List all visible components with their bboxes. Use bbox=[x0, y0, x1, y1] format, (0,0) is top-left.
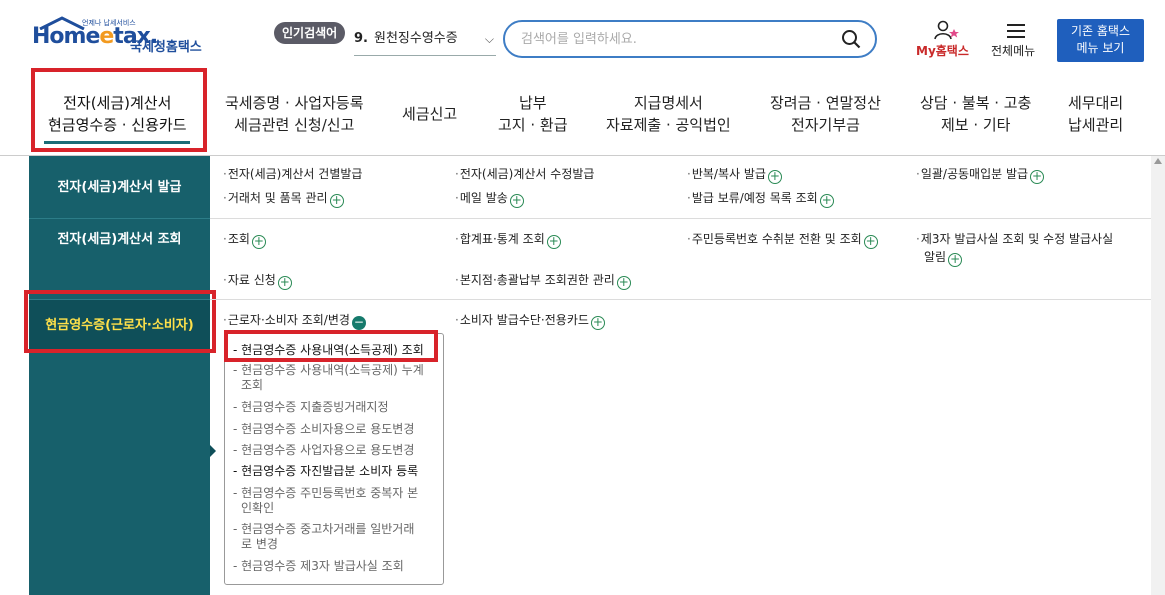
gnb-payment-statement[interactable]: 지급명세서 자료제출 · 공익법인 bbox=[606, 92, 731, 136]
link-mail-send[interactable]: ·메일 발송 + bbox=[455, 188, 524, 208]
plus-icon: + bbox=[277, 275, 292, 290]
gnb-label: 국세증명 · 사업자등록 bbox=[225, 94, 364, 112]
plus-icon: + bbox=[1030, 169, 1045, 184]
row-divider bbox=[210, 299, 1165, 300]
gnb-label: 제보 · 기타 bbox=[940, 116, 1011, 134]
submenu-item-usage-total-cont[interactable]: 조회 bbox=[241, 378, 445, 393]
gnb-label: 납세관리 bbox=[1068, 116, 1124, 134]
highlight-box-left bbox=[24, 290, 216, 353]
row-divider bbox=[210, 218, 1165, 219]
link-partner-manage[interactable]: ·거래처 및 품목 관리 + bbox=[223, 188, 344, 208]
gnb-label: 고지 · 환급 bbox=[498, 116, 568, 134]
search-input[interactable] bbox=[521, 29, 831, 49]
submenu-item-used-car-cont[interactable]: 로 변경 bbox=[241, 537, 445, 552]
plus-icon: + bbox=[948, 252, 963, 267]
popular-search-select[interactable]: 9. 원천징수영수증 ⌵ bbox=[354, 26, 496, 56]
gnb-label: 납부 bbox=[518, 94, 547, 112]
mytax-label: My홈택스 bbox=[916, 44, 969, 58]
gnb-label: 세무대리 bbox=[1068, 94, 1124, 112]
all-menu-label: 전체메뉴 bbox=[991, 44, 1036, 58]
minus-icon: − bbox=[351, 315, 366, 330]
left-item-issue[interactable]: 전자(세금)계산서 발급 bbox=[29, 168, 210, 208]
highlight-box-gnb bbox=[31, 68, 207, 152]
gnb-tax-agent[interactable]: 세무대리 납세관리 bbox=[1068, 92, 1123, 136]
plus-icon: + bbox=[590, 315, 605, 330]
link-consumer-inquiry[interactable]: ·근로자·소비자 조회/변경 − bbox=[223, 310, 366, 330]
divider bbox=[29, 218, 210, 219]
link-third-party-cont[interactable]: 알림 + bbox=[924, 247, 963, 267]
link-branch-auth[interactable]: ·본지점·총괄납부 조회권한 관리 + bbox=[455, 270, 631, 290]
logo-korean: 국세청홈택스 bbox=[130, 40, 202, 55]
submenu-item-to-consumer[interactable]: - 현금영수증 소비자용으로 용도변경 bbox=[233, 422, 437, 437]
submenu-item-self-issued[interactable]: - 현금영수증 자진발급분 소비자 등록 bbox=[233, 464, 437, 479]
search-icon[interactable] bbox=[841, 29, 861, 49]
left-category-column: 전자(세금)계산서 발급 전자(세금)계산서 조회 현금영수증(근로자·소비자) bbox=[29, 156, 210, 595]
link-stats[interactable]: ·합계표·통계 조회 + bbox=[455, 229, 561, 249]
hometax-logo[interactable]: 언제나 납세서비스 Homeetax. 국세청홈택스 bbox=[32, 16, 222, 62]
pointer-arrow-icon bbox=[210, 445, 216, 457]
search-box bbox=[503, 20, 877, 58]
header: 언제나 납세서비스 Homeetax. 국세청홈택스 인기검색어 9. 원천징수영… bbox=[0, 0, 1165, 70]
plus-icon: + bbox=[546, 234, 561, 249]
gnb-label: 세금신고 bbox=[402, 105, 458, 123]
all-menu-button[interactable]: 전체메뉴 bbox=[986, 20, 1046, 62]
cash-receipt-submenu: - 현금영수증 사용내역(소득공제) 조회 - 현금영수증 사용내역(소득공제)… bbox=[224, 333, 444, 585]
submenu-item-rrn-duplicate-cont[interactable]: 인확인 bbox=[241, 501, 445, 516]
link-bulk-issue[interactable]: ·일괄/공동매입분 발급 + bbox=[916, 164, 1045, 184]
classic-line1: 기존 홈택스 bbox=[1070, 24, 1130, 38]
submenu-item-usage-total[interactable]: - 현금영수증 사용내역(소득공제) 누계 bbox=[233, 363, 437, 378]
mytax-button[interactable]: My홈택스 bbox=[914, 20, 980, 62]
scroll-up-icon[interactable] bbox=[1154, 158, 1162, 164]
gnb-label: 상담 · 불복 · 고충 bbox=[920, 94, 1032, 112]
link-hold-list[interactable]: ·발급 보류/예정 목록 조회 + bbox=[687, 188, 834, 208]
plus-icon: + bbox=[819, 193, 834, 208]
popular-rank: 9. bbox=[354, 31, 368, 46]
classic-line2: 메뉴 보기 bbox=[1076, 41, 1125, 55]
submenu-item-used-car[interactable]: - 현금영수증 중고차거래를 일반거래 bbox=[233, 522, 437, 537]
gnb-label: 장려금 · 연말정산 bbox=[770, 94, 881, 112]
popular-search-badge: 인기검색어 bbox=[274, 22, 346, 44]
gnb-label: 전자기부금 bbox=[790, 116, 860, 134]
plus-icon: + bbox=[509, 193, 524, 208]
hamburger-icon bbox=[1007, 24, 1025, 38]
left-item-inquiry[interactable]: 전자(세금)계산서 조회 bbox=[29, 220, 210, 260]
gnb-incentive[interactable]: 장려금 · 연말정산 전자기부금 bbox=[770, 92, 881, 136]
classic-hometax-button[interactable]: 기존 홈택스 메뉴 보기 bbox=[1057, 19, 1144, 62]
plus-icon: + bbox=[767, 169, 782, 184]
chevron-down-icon: ⌵ bbox=[484, 32, 494, 46]
user-icon bbox=[934, 20, 959, 40]
gnb-payment[interactable]: 납부 고지 · 환급 bbox=[498, 92, 568, 136]
plus-icon: + bbox=[251, 234, 266, 249]
highlight-box-submenu bbox=[224, 330, 438, 362]
popular-term: 원천징수영수증 bbox=[373, 31, 458, 46]
gnb-label: 지급명세서 bbox=[633, 94, 703, 112]
gnb-label: 자료제출 · 공익법인 bbox=[606, 116, 731, 134]
gnb-consult[interactable]: 상담 · 불복 · 고충 제보 · 기타 bbox=[920, 92, 1031, 136]
gnb-certificates[interactable]: 국세증명 · 사업자등록 세금관련 신청/신고 bbox=[225, 92, 364, 136]
link-issue-modify[interactable]: ·전자(세금)계산서 수정발급 bbox=[455, 164, 594, 184]
gnb-tax-filing[interactable]: 세금신고 bbox=[402, 103, 457, 125]
plus-icon: + bbox=[616, 275, 631, 290]
submenu-item-to-business[interactable]: - 현금영수증 사업자용으로 용도변경 bbox=[233, 443, 437, 458]
link-consumer-card[interactable]: ·소비자 발급수단·전용카드 + bbox=[455, 310, 605, 330]
plus-icon: + bbox=[863, 234, 878, 249]
submenu-item-rrn-duplicate[interactable]: - 현금영수증 주민등록번호 중복자 본 bbox=[233, 486, 437, 501]
plus-icon: + bbox=[329, 193, 344, 208]
link-issue-single[interactable]: ·전자(세금)계산서 건별발급 bbox=[223, 164, 362, 184]
gnb-label: 세금관련 신청/신고 bbox=[234, 116, 355, 134]
link-third-party[interactable]: ·제3자 발급사실 조회 및 수정 발급사실 bbox=[916, 229, 1113, 249]
scrollbar[interactable] bbox=[1151, 156, 1165, 595]
link-inquiry[interactable]: ·조회 + bbox=[223, 229, 266, 249]
submenu-item-third-party[interactable]: - 현금영수증 제3자 발급사실 조회 bbox=[233, 559, 437, 574]
link-data-request[interactable]: ·자료 신청 + bbox=[223, 270, 292, 290]
link-repeat-issue[interactable]: ·반복/복사 발급 + bbox=[687, 164, 782, 184]
submenu-item-expense-proof[interactable]: - 현금영수증 지출증빙거래지정 bbox=[233, 400, 437, 415]
link-rrn-convert[interactable]: ·주민등록번호 수취분 전환 및 조회 + bbox=[687, 229, 878, 249]
